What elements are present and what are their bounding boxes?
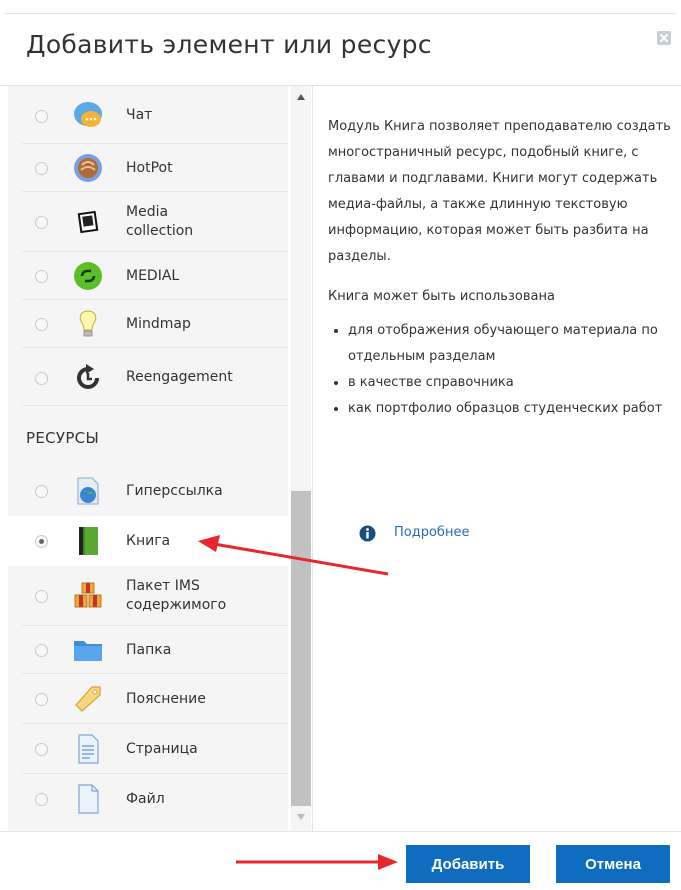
add-activity-dialog: Добавить элемент или ресурс Чат HotPot M… [0,0,681,890]
list-item-medial[interactable]: MEDIAL [8,252,288,300]
list-item-reengagement[interactable]: Reengagement [8,348,288,406]
description-bullets: для отображения обучающего материала по … [328,318,678,422]
media-collection-icon [77,210,99,234]
cancel-button[interactable]: Отмена [556,845,670,883]
close-icon[interactable] [657,31,671,45]
file-icon [78,784,99,814]
reengagement-icon [77,364,99,389]
list-item-label: Пакет IMS содержимого [126,578,227,613]
scroll-up-arrow-icon[interactable] [297,94,305,100]
radio-label[interactable] [35,693,48,706]
dialog-footer: Добавить Отмена [0,831,681,890]
more-info-link[interactable]: Подробнее [394,525,469,540]
module-description: Модуль Книга позволяет преподавателю соз… [313,86,681,831]
description-intro: Книга может быть использована [328,289,555,304]
mindmap-icon [79,310,97,337]
list-item-media-collection[interactable]: Media collection [8,192,288,252]
book-icon [79,527,98,555]
list-item-label: HotPot [126,160,173,176]
scrollbar-thumb[interactable] [291,491,311,806]
list-item-label: Гиперссылка [126,483,223,499]
description-paragraph: Модуль Книга позволяет преподавателю соз… [328,119,671,264]
medial-icon [74,262,102,290]
radio-folder[interactable] [35,644,48,657]
description-bullet: для отображения обучающего материала по … [348,318,678,370]
list-item-hotpot[interactable]: HotPot [8,144,288,192]
list-item-file[interactable]: Файл [8,774,288,824]
list-item-label: Папка [126,642,172,658]
radio-ims-package[interactable] [35,590,48,603]
list-item-label: Книга [126,533,171,549]
radio-chat[interactable] [35,110,48,123]
list-item-label: Mindmap [126,316,191,332]
list-item-folder[interactable]: Папка [8,626,288,674]
tag-icon [75,686,101,712]
radio-medial[interactable] [35,270,48,283]
list-item-label: Чат [126,107,153,123]
module-list: Чат HotPot Media collection MEDIAL Mindm… [8,86,313,831]
page-icon [78,734,99,764]
scroll-down-arrow-icon[interactable] [297,814,305,820]
radio-page[interactable] [35,743,48,756]
list-item-page[interactable]: Страница [8,724,288,774]
list-item-label-resource[interactable]: Пояснение [8,674,288,724]
list-item-label: Страница [126,741,198,757]
radio-media-collection[interactable] [35,216,48,229]
top-divider [5,13,676,14]
radio-file[interactable] [35,793,48,806]
list-item-url[interactable]: Гиперссылка [8,466,288,516]
radio-book[interactable] [35,535,48,548]
list-item-label: Reengagement [126,369,233,385]
ims-package-icon [74,582,102,608]
radio-mindmap[interactable] [35,318,48,331]
folder-icon [74,641,102,661]
radio-reengagement[interactable] [35,372,48,385]
radio-hotpot[interactable] [35,162,48,175]
add-button[interactable]: Добавить [406,845,530,883]
info-icon [359,525,376,542]
radio-url[interactable] [35,485,48,498]
list-item-label: Файл [126,791,165,807]
resources-heading: РЕСУРСЫ [26,429,99,447]
list-item-label: Media collection [126,204,194,239]
list-item-mindmap[interactable]: Mindmap [8,300,288,348]
list-item-ims-package[interactable]: Пакет IMS содержимого [8,566,288,626]
url-icon [77,477,99,505]
description-bullet: в качестве справочника [348,370,678,396]
list-item-label: MEDIAL [126,268,180,284]
hotpot-icon [74,154,102,182]
list-item-label: Пояснение [126,691,206,707]
description-bullet: как портфолио образцов студенческих рабо… [348,396,678,422]
chat-icon [74,102,102,127]
list-item-book[interactable]: Книга [8,516,288,566]
list-item-chat[interactable]: Чат [8,86,288,144]
dialog-title: Добавить элемент или ресурс [26,30,432,59]
